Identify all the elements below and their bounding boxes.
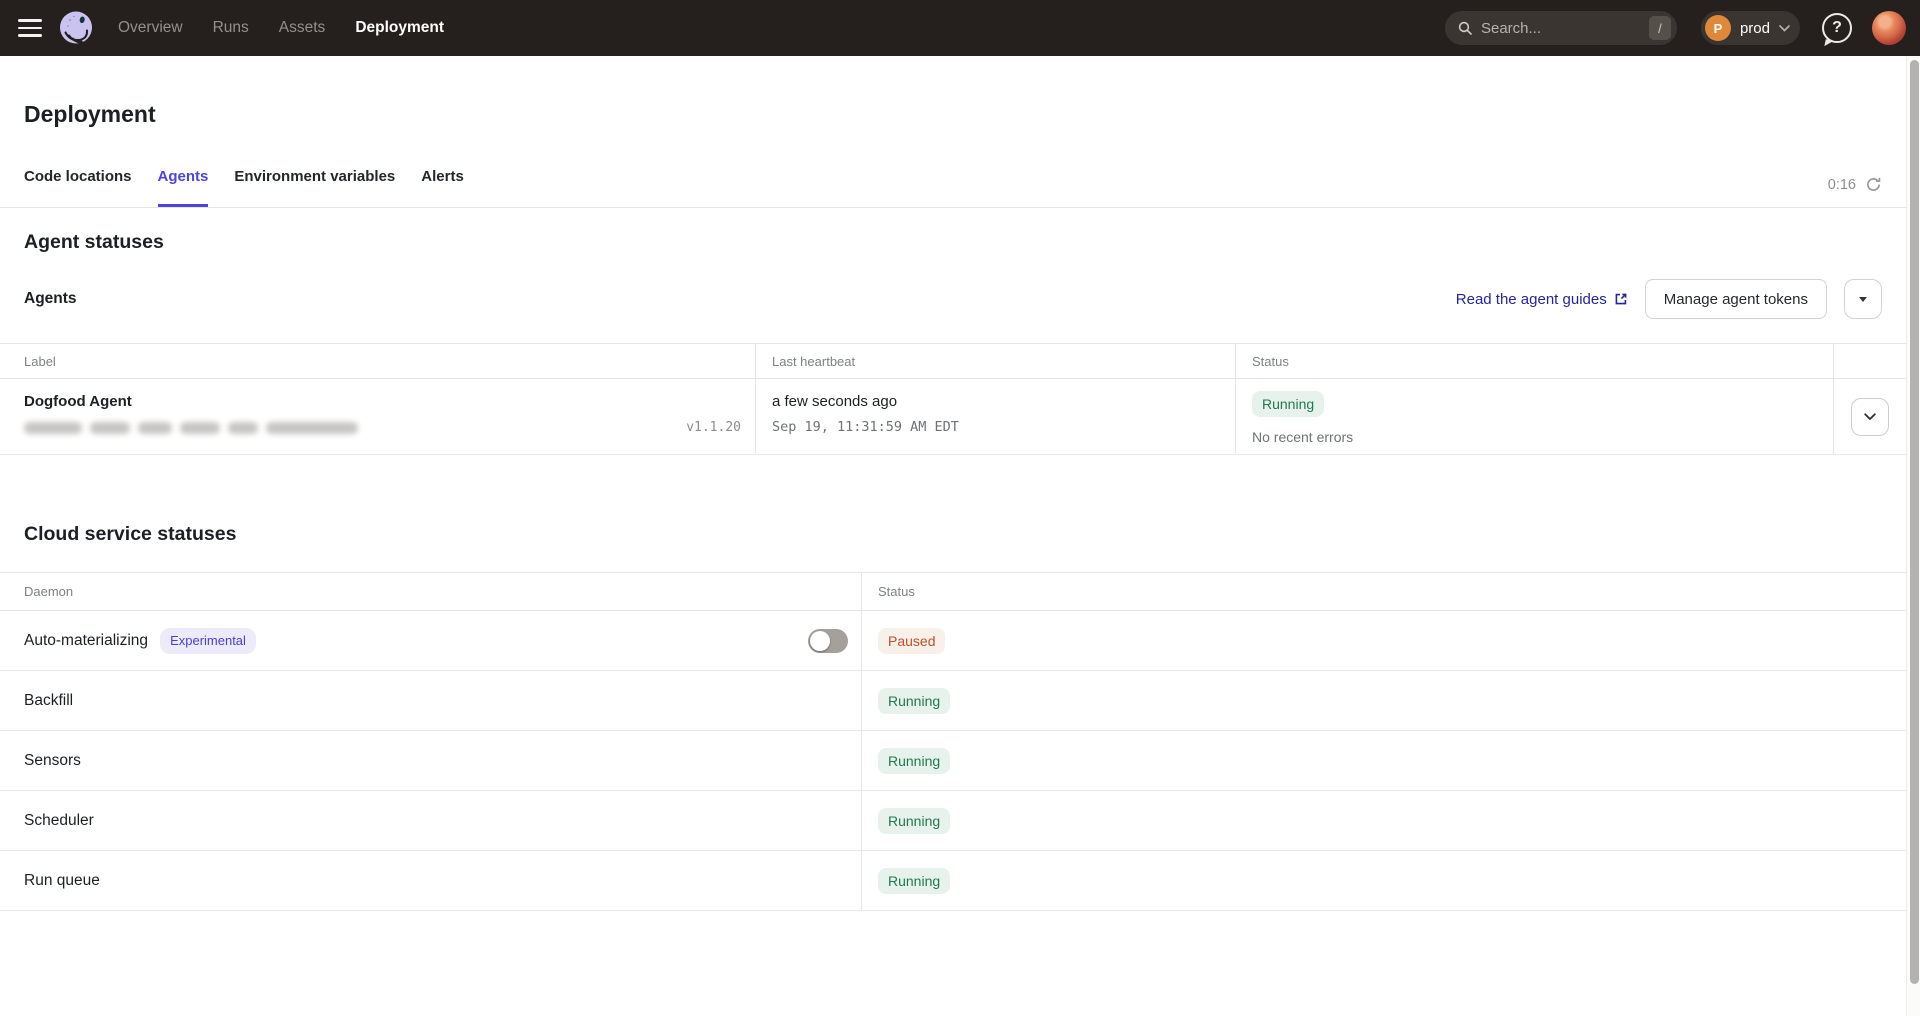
search-shortcut-key: / [1649,16,1671,40]
agents-table: Label Last heartbeat Status Dogfood Agen… [0,343,1906,455]
agent-status-badge: Running [1252,391,1324,417]
agent-id-redacted [24,422,358,434]
main-content: Deployment Code locations Agents Environ… [0,56,1906,911]
help-icon: ? [1832,19,1842,37]
daemon-status-badge: Running [878,868,950,894]
scrollbar-thumb[interactable] [1910,60,1919,984]
cloud-service-statuses-heading: Cloud service statuses [24,522,1882,546]
menu-icon[interactable] [18,19,42,37]
deployment-switcher[interactable]: P prod [1701,11,1800,45]
heartbeat-relative: a few seconds ago [772,393,1235,410]
nav-link-overview[interactable]: Overview [118,19,183,37]
daemon-name: Auto-materializing [24,632,148,650]
top-nav: Overview Runs Assets Deployment Search..… [0,0,1920,56]
daemon-name: Scheduler [24,812,94,830]
tab-agents[interactable]: Agents [158,160,209,207]
deployment-name: prod [1740,20,1770,37]
nav-link-assets[interactable]: Assets [279,19,326,37]
column-header-status: Status [1235,344,1833,378]
column-header-label: Label [0,344,755,378]
column-header-daemon: Daemon [0,573,861,610]
refresh-countdown: 0:16 [1828,177,1856,193]
nav-link-runs[interactable]: Runs [213,19,249,37]
daemon-name: Backfill [24,692,73,710]
cloud-services-table: Daemon Status Auto-materializing Experim… [0,572,1906,911]
agent-name: Dogfood Agent [24,393,741,410]
tab-code-locations[interactable]: Code locations [24,160,132,207]
daemon-status-badge: Running [878,688,950,714]
nav-link-deployment[interactable]: Deployment [355,19,444,37]
user-avatar[interactable] [1872,11,1906,45]
daemon-status-badge: Running [878,808,950,834]
daemon-row: Sensors Running [0,731,1906,791]
column-header-last-heartbeat: Last heartbeat [755,344,1235,378]
agent-statuses-heading: Agent statuses [24,230,1882,254]
agent-actions-dropdown-button[interactable] [1844,279,1882,319]
daemon-status-badge: Running [878,748,950,774]
daemon-row: Auto-materializing Experimental Paused [0,611,1906,671]
agents-subheading: Agents [24,290,77,308]
daemon-name: Run queue [24,872,100,890]
refresh-icon [1865,176,1882,193]
help-button[interactable]: ? [1822,13,1852,43]
daemon-row: Scheduler Running [0,791,1906,851]
agent-status-detail: No recent errors [1252,429,1833,445]
auto-materializing-toggle[interactable] [808,629,848,653]
tab-bar: Code locations Agents Environment variab… [0,160,1906,208]
deployment-avatar: P [1705,15,1731,41]
daemon-status-badge: Paused [878,628,945,654]
tab-environment-variables[interactable]: Environment variables [234,160,395,207]
chevron-down-icon [1864,413,1876,421]
daemon-row: Run queue Running [0,851,1906,911]
agent-guides-link[interactable]: Read the agent guides [1456,291,1628,308]
external-link-icon [1614,292,1628,306]
dagster-logo[interactable] [56,8,96,48]
search-placeholder: Search... [1481,20,1649,37]
tab-alerts[interactable]: Alerts [421,160,464,207]
refresh-button[interactable] [1865,176,1882,193]
heartbeat-timestamp: Sep 19, 11:31:59 AM EDT [772,419,1235,435]
manage-agent-tokens-button[interactable]: Manage agent tokens [1645,279,1827,319]
page-title: Deployment [24,100,1882,128]
search-icon [1457,20,1473,36]
scrollbar[interactable] [1906,56,1920,1016]
agent-version: v1.1.20 [686,420,741,435]
primary-nav: Overview Runs Assets Deployment [118,19,444,37]
daemon-row: Backfill Running [0,671,1906,731]
daemon-name: Sensors [24,752,81,770]
experimental-badge: Experimental [160,628,256,654]
caret-down-icon [1859,297,1867,302]
chevron-down-icon [1779,25,1790,32]
agent-guides-link-label: Read the agent guides [1456,291,1607,308]
column-header-status: Status [861,573,1906,610]
agent-row: Dogfood Agent v1.1.20 a few seconds ago … [0,379,1906,455]
agent-expand-button[interactable] [1851,398,1889,436]
search-input[interactable]: Search... / [1445,11,1677,45]
